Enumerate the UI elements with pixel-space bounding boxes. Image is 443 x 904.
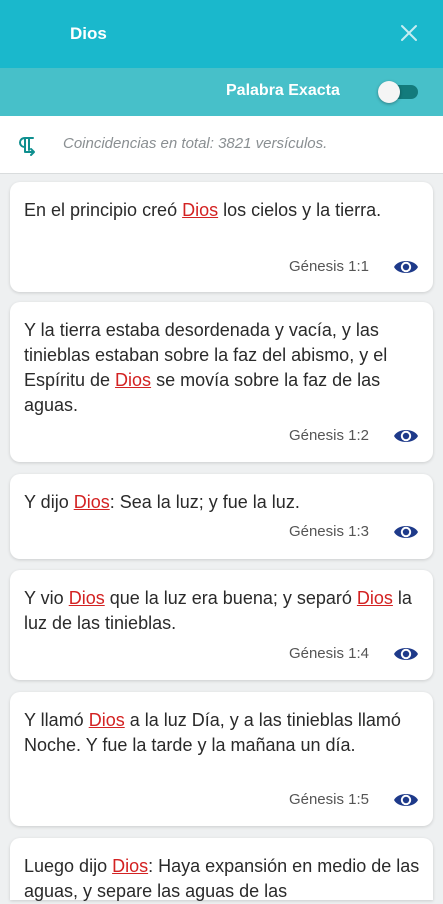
exact-word-toggle[interactable] [378,81,418,103]
search-match: Dios [115,370,152,390]
verse-reference: Génesis 1:2 [288,427,369,444]
eye-icon[interactable] [393,787,419,813]
filter-bar: Palabra Exacta [0,68,443,116]
search-match: Dios [182,200,219,220]
app-bar: Dios [0,0,443,68]
verse-text: En el principio creó Dios los cielos y l… [24,200,382,220]
search-match: Dios [356,588,393,608]
verse-reference: Génesis 1:4 [288,645,369,662]
verse-text: Y llamó Dios a la luz Día, y a las tinie… [24,710,401,755]
eye-icon[interactable] [393,254,419,280]
exact-word-label: Palabra Exacta [226,82,340,99]
search-match: Dios [112,856,149,876]
verse-text: Y la tierra estaba desordenada y vacía, … [24,320,388,415]
search-match: Dios [88,710,125,730]
search-match: Dios [68,588,105,608]
verse-text: Luego dijo Dios: Haya expansión en medio… [24,856,420,901]
eye-icon[interactable] [393,641,419,667]
toggle-thumb [378,81,400,103]
verse-card[interactable]: Y la tierra estaba desordenada y vacía, … [10,302,433,462]
eye-icon[interactable] [393,519,419,545]
results-info-bar: Coincidencias en total: 3821 versículos. [0,116,443,174]
verse-text: Y dijo Dios: Sea la luz; y fue la luz. [24,492,300,512]
search-match: Dios [73,492,110,512]
verse-reference: Génesis 1:5 [288,791,369,808]
verse-reference: Génesis 1:3 [288,523,369,540]
close-icon[interactable] [396,20,422,46]
eye-icon[interactable] [393,423,419,449]
verse-card[interactable]: Y llamó Dios a la luz Día, y a las tinie… [10,692,433,826]
page-title: Dios [70,24,107,43]
verse-text: Y vio Dios que la luz era buena; y separ… [24,588,412,633]
verse-card[interactable]: Luego dijo Dios: Haya expansión en medio… [10,838,433,901]
verse-card[interactable]: Y vio Dios que la luz era buena; y separ… [10,570,433,680]
verse-card[interactable]: Y dijo Dios: Sea la luz; y fue la luz. G… [10,474,433,559]
paragraph-icon[interactable] [16,135,38,157]
verse-reference: Génesis 1:1 [288,258,369,275]
results-count: Coincidencias en total: 3821 versículos. [63,135,328,152]
verse-card[interactable]: En el principio creó Dios los cielos y l… [10,182,433,292]
